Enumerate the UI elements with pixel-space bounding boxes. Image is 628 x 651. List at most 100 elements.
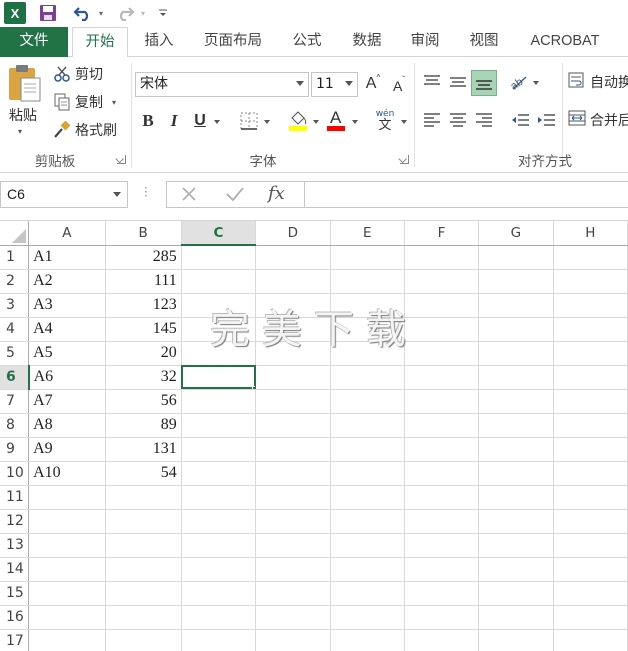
cell-value[interactable]: 20 (105, 341, 182, 366)
cell[interactable] (478, 317, 554, 342)
redo-dropdown-icon[interactable]: ▾ (139, 2, 147, 24)
cell[interactable] (478, 413, 554, 438)
grow-font-button[interactable]: A ^ (362, 72, 384, 96)
cell-value[interactable] (105, 557, 182, 582)
column-header[interactable]: D (255, 221, 331, 246)
cell[interactable] (330, 461, 405, 486)
worksheet-grid[interactable]: A B C D E F G H 1 A1 285 2 A2 111 3 A3 123 4 A4 145… (0, 221, 628, 651)
cell[interactable] (404, 557, 480, 582)
cell[interactable] (478, 533, 554, 558)
cell[interactable] (404, 629, 480, 651)
increase-indent-icon[interactable] (534, 109, 558, 131)
cell[interactable] (330, 437, 405, 462)
cell[interactable] (330, 581, 405, 606)
clipboard-launcher-icon[interactable] (117, 155, 126, 164)
cell[interactable] (330, 269, 405, 294)
cell-label[interactable]: A9 (28, 437, 106, 462)
cell[interactable] (330, 605, 405, 630)
bold-button[interactable]: B (138, 109, 158, 133)
paste-dropdown-icon[interactable]: ▾ (18, 127, 22, 136)
cell[interactable] (255, 605, 331, 630)
row-header[interactable]: 8 (0, 413, 30, 438)
borders-dropdown-icon[interactable] (264, 120, 270, 124)
cell-label[interactable] (28, 485, 106, 510)
row-header[interactable]: 6 (0, 365, 30, 390)
row-header[interactable]: 14 (0, 557, 30, 582)
cell[interactable] (330, 533, 405, 558)
cell-value[interactable]: 285 (105, 245, 182, 270)
cell-value[interactable]: 32 (105, 365, 182, 390)
font-color-dropdown-icon[interactable] (352, 120, 358, 124)
cell[interactable] (478, 581, 554, 606)
row-header[interactable]: 7 (0, 389, 30, 414)
cell[interactable] (255, 533, 331, 558)
cell[interactable] (478, 341, 554, 366)
decrease-indent-icon[interactable] (508, 109, 532, 131)
tab-home[interactable]: 开始 (72, 27, 128, 58)
cell-label[interactable] (28, 557, 106, 582)
cell[interactable] (181, 533, 257, 558)
tab-file[interactable]: 文件 (0, 27, 68, 57)
borders-icon[interactable] (238, 110, 260, 132)
cell[interactable] (404, 365, 480, 390)
splitter-dots-icon[interactable]: · · · (144, 182, 150, 202)
orientation-dropdown-icon[interactable] (533, 81, 539, 85)
cell[interactable] (553, 485, 628, 510)
cell[interactable] (478, 365, 554, 390)
cell[interactable] (255, 509, 331, 534)
italic-button[interactable]: I (164, 109, 184, 133)
row-header[interactable]: 11 (0, 485, 30, 510)
cell[interactable] (404, 317, 480, 342)
cell-label[interactable] (28, 605, 106, 630)
cell[interactable] (478, 605, 554, 630)
cell[interactable] (255, 389, 331, 414)
cell-label[interactable]: A7 (28, 389, 106, 414)
cell[interactable] (255, 293, 331, 318)
cell[interactable] (478, 629, 554, 651)
undo-dropdown-icon[interactable]: ▾ (97, 2, 105, 24)
name-box[interactable]: C6 (0, 181, 128, 208)
cell-label[interactable] (28, 509, 106, 534)
cell[interactable] (181, 581, 257, 606)
cell[interactable] (255, 629, 331, 651)
row-header[interactable]: 10 (0, 461, 30, 486)
row-header[interactable]: 12 (0, 509, 30, 534)
cell[interactable] (553, 413, 628, 438)
cell[interactable] (478, 389, 554, 414)
cell[interactable] (181, 293, 257, 318)
cell[interactable] (330, 341, 405, 366)
row-header[interactable]: 1 (0, 245, 30, 270)
column-header[interactable]: A (28, 221, 106, 246)
cell[interactable] (404, 533, 480, 558)
insert-function-icon[interactable]: fx (268, 183, 285, 204)
merge-center-button[interactable]: 合并后 (568, 109, 628, 131)
cell[interactable] (553, 605, 628, 630)
cell-label[interactable]: A6 (28, 365, 106, 390)
fill-color-icon[interactable] (286, 107, 310, 133)
cell-value[interactable] (105, 605, 182, 630)
row-header[interactable]: 3 (0, 293, 30, 318)
shrink-font-button[interactable]: Aˇ (388, 74, 410, 98)
cell-label[interactable]: A3 (28, 293, 106, 318)
row-header[interactable]: 15 (0, 581, 30, 606)
cell[interactable] (330, 509, 405, 534)
cell[interactable] (404, 269, 480, 294)
cell[interactable] (553, 389, 628, 414)
cell[interactable] (330, 389, 405, 414)
cell[interactable] (553, 557, 628, 582)
column-header[interactable]: F (404, 221, 480, 246)
cell[interactable] (181, 461, 257, 486)
cell[interactable] (330, 365, 405, 390)
cell-label[interactable]: A8 (28, 413, 106, 438)
tab-view[interactable]: 视图 (461, 27, 507, 57)
cell[interactable] (255, 341, 331, 366)
phonetic-button[interactable]: wén 文 (372, 107, 398, 135)
align-middle-icon[interactable] (446, 71, 470, 93)
cell[interactable] (478, 269, 554, 294)
cell[interactable] (553, 293, 628, 318)
cell[interactable] (478, 461, 554, 486)
undo-icon[interactable] (70, 2, 96, 24)
cell-value[interactable]: 123 (105, 293, 182, 318)
redo-icon[interactable] (112, 2, 138, 24)
tab-review[interactable]: 审阅 (402, 27, 448, 57)
